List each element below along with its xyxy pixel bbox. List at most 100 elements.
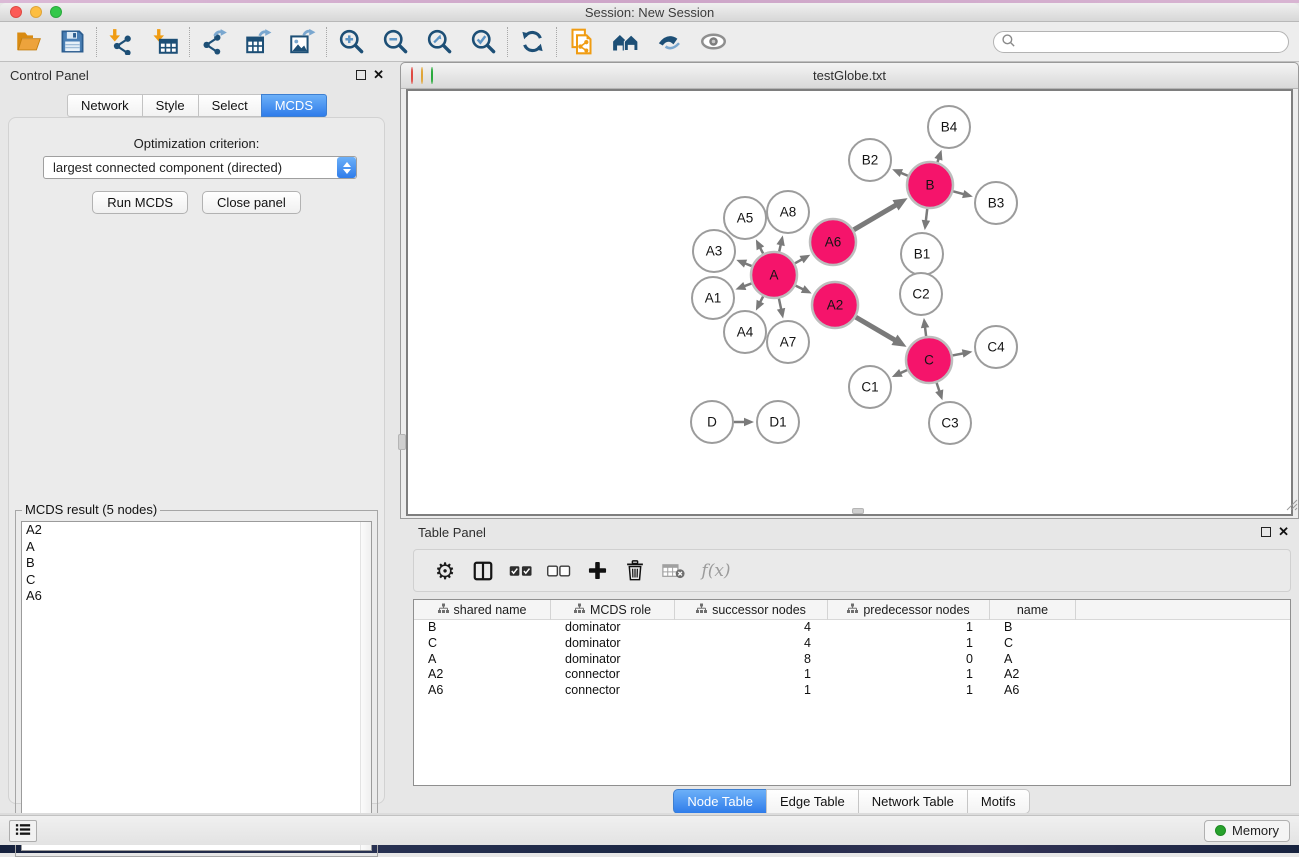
tab-select[interactable]: Select <box>198 94 261 117</box>
mcds-result-item[interactable]: A <box>22 539 371 556</box>
zoom-fit-icon[interactable] <box>417 25 461 59</box>
column-header[interactable]: shared name <box>414 600 551 620</box>
deselect-all-icon[interactable] <box>540 554 578 588</box>
table-cell[interactable]: 1 <box>675 683 828 699</box>
result-scrollbar[interactable] <box>360 522 371 850</box>
zoom-selected-icon[interactable] <box>461 25 505 59</box>
refresh-icon[interactable] <box>510 25 554 59</box>
table-cell[interactable]: C <box>414 636 551 652</box>
table-cell[interactable]: A2 <box>990 667 1076 683</box>
apply-function-icon[interactable]: f(x) <box>692 554 740 588</box>
table-cell[interactable]: connector <box>551 667 675 683</box>
graph-edge[interactable] <box>856 317 896 341</box>
table-cell[interactable]: A <box>990 652 1076 668</box>
table-cell[interactable]: C <box>990 636 1076 652</box>
home-view-icon[interactable] <box>603 25 647 59</box>
table-cell[interactable]: A2 <box>414 667 551 683</box>
node-table[interactable]: shared nameMCDS rolesuccessor nodesprede… <box>413 599 1291 786</box>
mcds-result-item[interactable]: A6 <box>22 588 371 605</box>
graph-edge[interactable] <box>854 204 898 230</box>
float-table-panel-icon[interactable] <box>1261 527 1271 537</box>
maximize-network-window-icon[interactable] <box>431 67 433 84</box>
table-cell[interactable]: A6 <box>414 683 551 699</box>
split-panel-icon[interactable] <box>464 554 502 588</box>
settings-gear-icon[interactable]: ⚙ <box>426 554 464 588</box>
table-cell[interactable]: 8 <box>675 652 828 668</box>
column-header[interactable]: successor nodes <box>675 600 828 620</box>
table-cell[interactable]: A <box>414 652 551 668</box>
search-box[interactable] <box>993 31 1289 53</box>
add-column-icon[interactable] <box>578 554 616 588</box>
table-cell[interactable]: 1 <box>675 667 828 683</box>
table-row[interactable]: Bdominator41B <box>414 620 1290 636</box>
memory-label: Memory <box>1232 823 1279 838</box>
import-network-icon[interactable] <box>99 25 143 59</box>
table-header-row[interactable]: shared nameMCDS rolesuccessor nodesprede… <box>414 600 1290 620</box>
export-table-icon[interactable] <box>236 25 280 59</box>
zoom-out-icon[interactable] <box>373 25 417 59</box>
table-cell[interactable]: A6 <box>990 683 1076 699</box>
tab-node-table[interactable]: Node Table <box>673 789 766 814</box>
table-cell[interactable]: 0 <box>828 652 990 668</box>
table-row[interactable]: Adominator80A <box>414 652 1290 668</box>
export-image-icon[interactable] <box>280 25 324 59</box>
export-network-icon[interactable] <box>192 25 236 59</box>
search-input[interactable] <box>1016 33 1288 51</box>
import-table-icon[interactable] <box>143 25 187 59</box>
graph-edge[interactable] <box>926 209 928 222</box>
memory-button[interactable]: Memory <box>1204 820 1290 842</box>
close-network-window-icon[interactable] <box>411 67 413 84</box>
duplicate-network-icon[interactable] <box>559 25 603 59</box>
minimize-network-window-icon[interactable] <box>421 67 423 84</box>
tab-network-table[interactable]: Network Table <box>858 789 967 814</box>
column-header[interactable]: name <box>990 600 1076 620</box>
delete-column-icon[interactable] <box>616 554 654 588</box>
canvas-vscroll-thumb[interactable] <box>398 434 406 450</box>
table-row[interactable]: A6connector11A6 <box>414 683 1290 699</box>
tab-network[interactable]: Network <box>67 94 142 117</box>
table-row[interactable]: Cdominator41C <box>414 636 1290 652</box>
tab-style[interactable]: Style <box>142 94 198 117</box>
show-eye-icon[interactable] <box>691 25 735 59</box>
table-cell[interactable]: connector <box>551 683 675 699</box>
close-panel-icon[interactable]: ✕ <box>373 70 384 80</box>
table-cell[interactable]: 1 <box>828 667 990 683</box>
canvas-hscroll-thumb[interactable] <box>852 508 864 514</box>
tab-edge-table[interactable]: Edge Table <box>766 789 858 814</box>
select-all-icon[interactable] <box>502 554 540 588</box>
delete-table-icon[interactable] <box>654 554 692 588</box>
float-panel-icon[interactable] <box>356 70 366 80</box>
graph-node-label: A7 <box>780 335 797 350</box>
table-cell[interactable]: 1 <box>828 620 990 636</box>
mcds-result-item[interactable]: A2 <box>22 522 371 539</box>
tab-mcds[interactable]: MCDS <box>261 94 327 117</box>
network-canvas[interactable]: B4B2BB3A5A8A6A3B1AA1C2A2A4A7C4CC1C3DD1 <box>406 89 1293 516</box>
table-cell[interactable]: 1 <box>828 636 990 652</box>
table-cell[interactable]: dominator <box>551 652 675 668</box>
hide-panels-icon[interactable] <box>647 25 691 59</box>
save-session-icon[interactable] <box>50 25 94 59</box>
close-panel-button[interactable]: Close panel <box>202 191 301 214</box>
tab-motifs[interactable]: Motifs <box>967 789 1030 814</box>
table-cell[interactable]: dominator <box>551 636 675 652</box>
task-history-button[interactable] <box>9 820 37 842</box>
mcds-result-list[interactable]: A2ABCA6 <box>21 521 372 851</box>
zoom-in-icon[interactable] <box>329 25 373 59</box>
resize-grip-icon[interactable] <box>1286 499 1298 514</box>
table-cell[interactable]: B <box>414 620 551 636</box>
open-session-icon[interactable] <box>6 25 50 59</box>
column-header[interactable]: MCDS role <box>551 600 675 620</box>
table-cell[interactable]: 1 <box>828 683 990 699</box>
criterion-select[interactable]: largest connected component (directed) <box>43 156 357 179</box>
memory-status-dot <box>1215 825 1226 836</box>
table-row[interactable]: A2connector11A2 <box>414 667 1290 683</box>
mcds-result-item[interactable]: B <box>22 555 371 572</box>
table-cell[interactable]: 4 <box>675 620 828 636</box>
run-mcds-button[interactable]: Run MCDS <box>92 191 188 214</box>
mcds-result-item[interactable]: C <box>22 572 371 589</box>
table-cell[interactable]: B <box>990 620 1076 636</box>
table-cell[interactable]: dominator <box>551 620 675 636</box>
table-cell[interactable]: 4 <box>675 636 828 652</box>
close-table-panel-icon[interactable]: ✕ <box>1278 527 1289 537</box>
column-header[interactable]: predecessor nodes <box>828 600 990 620</box>
